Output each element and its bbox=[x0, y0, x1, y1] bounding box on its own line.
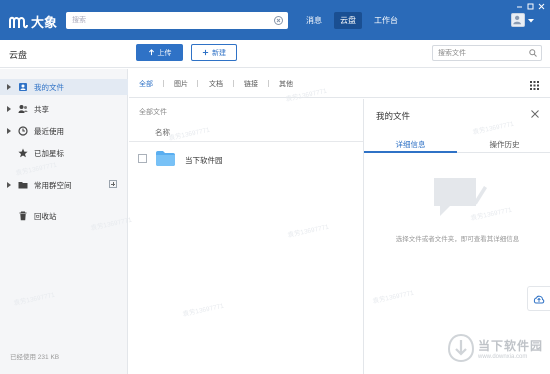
active-tab-indicator bbox=[364, 151, 457, 153]
tab-cloud-drive[interactable]: 云盘 bbox=[334, 12, 362, 29]
caret-right-icon[interactable] bbox=[7, 128, 11, 134]
filter-bar: 全部 图片 文档 链接 其他 bbox=[129, 69, 550, 98]
upload-button[interactable]: 上传 bbox=[136, 44, 183, 61]
filter-links[interactable]: 链接 bbox=[244, 79, 258, 89]
watermark-text: 袁芳13697771 bbox=[287, 223, 330, 240]
caret-right-icon[interactable] bbox=[7, 182, 11, 188]
table-row[interactable]: 当下软件园 bbox=[129, 146, 363, 170]
row-checkbox[interactable] bbox=[138, 154, 147, 163]
add-group-space-icon[interactable] bbox=[109, 180, 117, 188]
file-search[interactable] bbox=[432, 45, 542, 61]
user-icon bbox=[513, 15, 521, 25]
sidebar-item-label: 最近使用 bbox=[34, 127, 64, 136]
filter-images[interactable]: 图片 bbox=[174, 79, 188, 89]
trash-icon bbox=[19, 211, 27, 221]
sidebar-item-label: 共享 bbox=[34, 105, 49, 114]
grid-view-icon[interactable] bbox=[530, 81, 539, 90]
watermark-text: 袁芳13697771 bbox=[168, 126, 211, 143]
empty-state-text: 选择文件或者文件夹，即可查看其详细信息 bbox=[395, 236, 520, 243]
caret-right-icon[interactable] bbox=[7, 106, 11, 112]
window-controls bbox=[516, 3, 545, 10]
sidebar-item-label: 已加星标 bbox=[34, 149, 64, 158]
close-icon[interactable] bbox=[531, 110, 539, 118]
detail-title: 我的文件 bbox=[376, 111, 411, 121]
sidebar-item-group-spaces[interactable]: 常用群空间 bbox=[0, 177, 128, 193]
my-files-icon bbox=[19, 83, 27, 91]
cloud-side-tab[interactable] bbox=[527, 286, 550, 311]
app-logo: 大象 bbox=[9, 12, 57, 31]
tab-workbench[interactable]: 工作台 bbox=[368, 12, 404, 29]
clock-icon bbox=[18, 126, 28, 136]
sidebar-item-label: 回收站 bbox=[34, 212, 57, 221]
filter-all[interactable]: 全部 bbox=[139, 79, 153, 89]
top-bar: 大象 消息 云盘 工作台 bbox=[0, 0, 550, 40]
toolbar: 云盘 上传 新建 bbox=[0, 40, 550, 68]
filter-documents[interactable]: 文档 bbox=[209, 79, 223, 89]
tab-messages[interactable]: 消息 bbox=[300, 12, 328, 29]
clear-search-icon[interactable] bbox=[274, 16, 283, 25]
storage-used: 已经使用 231 KB bbox=[10, 354, 60, 361]
filter-divider bbox=[163, 80, 164, 87]
top-nav: 消息 云盘 工作台 bbox=[300, 12, 404, 29]
search-icon[interactable] bbox=[529, 49, 537, 57]
sidebar-item-recent[interactable]: 最近使用 bbox=[0, 123, 128, 139]
brand-name: 当下软件园 bbox=[478, 338, 544, 353]
filter-other[interactable]: 其他 bbox=[279, 79, 293, 89]
app-name: 大象 bbox=[31, 15, 58, 30]
folder-icon bbox=[156, 151, 175, 166]
caret-right-icon[interactable] bbox=[7, 84, 11, 90]
chevron-down-icon[interactable] bbox=[528, 19, 534, 23]
sidebar-item-starred[interactable]: 已加星标 bbox=[0, 145, 128, 161]
filter-divider bbox=[233, 80, 234, 87]
detail-tabs: 详细信息 操作历史 bbox=[364, 135, 550, 153]
new-button[interactable]: 新建 bbox=[191, 44, 237, 61]
star-icon bbox=[18, 148, 28, 158]
file-name[interactable]: 当下软件园 bbox=[185, 155, 223, 166]
elephant-logo-icon bbox=[9, 16, 28, 28]
folder-icon bbox=[18, 182, 28, 189]
close-window-icon[interactable] bbox=[538, 3, 545, 10]
downxia-logo-icon bbox=[448, 333, 474, 363]
sidebar-item-shared[interactable]: 共享 bbox=[0, 101, 128, 117]
plus-icon bbox=[202, 49, 209, 56]
filter-divider bbox=[197, 80, 198, 87]
cloud-sync-icon bbox=[533, 295, 545, 304]
watermark-text: 袁芳13697771 bbox=[182, 302, 225, 319]
minimize-icon[interactable] bbox=[516, 3, 523, 10]
global-search-input[interactable] bbox=[66, 12, 266, 29]
user-avatar[interactable] bbox=[511, 13, 525, 27]
page-title: 云盘 bbox=[9, 50, 28, 60]
new-label: 新建 bbox=[212, 49, 226, 57]
site-watermark-logo: 当下软件园 www.downxia.com bbox=[448, 333, 543, 363]
maximize-icon[interactable] bbox=[527, 3, 534, 10]
header-divider bbox=[129, 141, 363, 142]
brand-url: www.downxia.com bbox=[478, 353, 528, 360]
upload-icon bbox=[148, 49, 154, 56]
share-icon bbox=[18, 105, 28, 113]
file-search-input[interactable] bbox=[433, 46, 523, 60]
breadcrumb[interactable]: 全部文件 bbox=[139, 107, 167, 117]
tab-history[interactable]: 操作历史 bbox=[458, 139, 550, 150]
sidebar-item-label: 常用群空间 bbox=[34, 181, 72, 190]
sidebar-item-label: 我的文件 bbox=[34, 83, 64, 92]
sidebar-item-my-files[interactable]: 我的文件 bbox=[0, 79, 128, 95]
global-search[interactable] bbox=[66, 12, 288, 29]
upload-label: 上传 bbox=[157, 49, 172, 57]
tab-details[interactable]: 详细信息 bbox=[364, 139, 457, 150]
filter-divider bbox=[268, 80, 269, 87]
